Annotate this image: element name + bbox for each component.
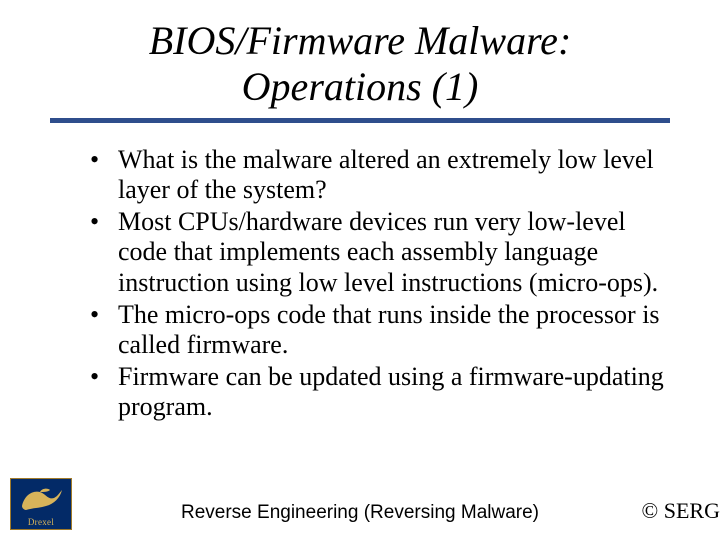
slide-footer: Drexel UNIVERSITY Reverse Engineering (R…	[0, 474, 720, 530]
slide: BIOS/Firmware Malware: Operations (1) Wh…	[0, 0, 720, 540]
title-line-1: BIOS/Firmware Malware:	[149, 18, 572, 63]
footer-center-text: Reverse Engineering (Reversing Malware)	[181, 502, 539, 524]
bullet-item: What is the malware altered an extremely…	[90, 145, 674, 205]
drexel-logo: Drexel UNIVERSITY	[10, 478, 72, 530]
bullet-item: Firmware can be updated using a firmware…	[90, 362, 674, 422]
title-line-2: Operations (1)	[242, 64, 479, 109]
slide-title: BIOS/Firmware Malware: Operations (1)	[36, 18, 684, 110]
bullet-item: The micro-ops code that runs inside the …	[90, 300, 674, 360]
title-underline	[50, 118, 670, 123]
logo-text: Drexel	[11, 517, 71, 527]
dragon-icon	[17, 485, 65, 513]
footer-right-text: © SERG	[642, 498, 720, 524]
bullet-item: Most CPUs/hardware devices run very low-…	[90, 207, 674, 297]
bullet-list: What is the malware altered an extremely…	[36, 145, 684, 422]
